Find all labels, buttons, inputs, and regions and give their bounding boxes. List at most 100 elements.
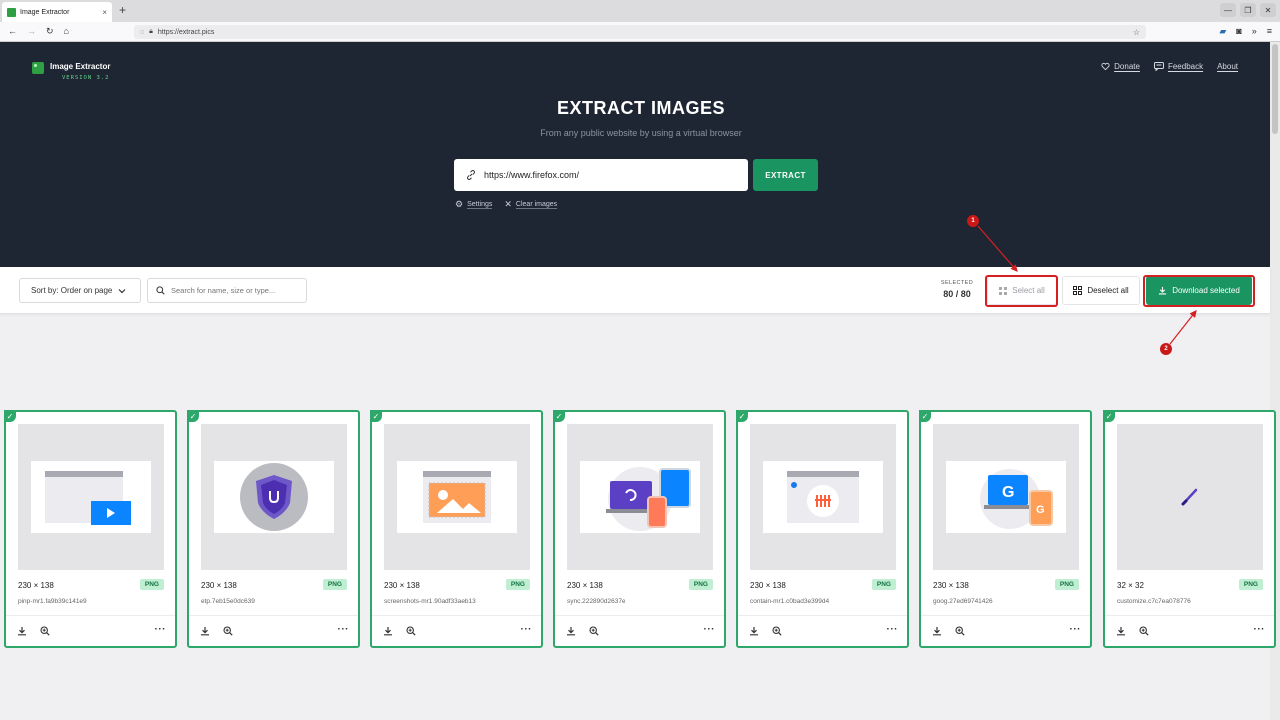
image-thumbnail[interactable]	[1117, 424, 1263, 570]
feedback-link[interactable]: Feedback	[1153, 62, 1203, 71]
more-options-icon[interactable]: ···	[521, 624, 533, 635]
zoom-icon[interactable]	[223, 626, 233, 636]
highlight-select-all	[985, 275, 1058, 307]
shield-icon: ◌	[140, 28, 145, 36]
more-options-icon[interactable]: ···	[887, 624, 899, 635]
extract-button[interactable]: EXTRACT	[753, 159, 818, 191]
app-version: VERSION 3.2	[62, 75, 110, 81]
image-card[interactable]: ✓ 32 × 32 PNG customize.c7c7ea078776 ···	[1103, 410, 1276, 648]
check-icon[interactable]: ✓	[187, 410, 199, 422]
download-icon[interactable]	[200, 626, 210, 636]
file-type-badge: PNG	[688, 579, 713, 590]
file-type-badge: PNG	[505, 579, 530, 590]
file-name: screenshots-mr1.90adf33aeb13	[384, 598, 476, 605]
more-options-icon[interactable]: ···	[704, 624, 716, 635]
image-thumbnail[interactable]: GG	[933, 424, 1079, 570]
check-icon[interactable]: ✓	[919, 410, 931, 422]
check-icon[interactable]: ✓	[736, 410, 748, 422]
download-icon[interactable]	[1116, 626, 1126, 636]
address-text: https://extract.pics	[157, 28, 215, 36]
forward-icon[interactable]: →	[27, 26, 36, 37]
highlight-download-selected	[1143, 275, 1255, 307]
download-icon[interactable]	[566, 626, 576, 636]
window-controls: — ❐ ✕	[1220, 3, 1276, 17]
download-icon[interactable]	[17, 626, 27, 636]
home-icon[interactable]: ⌂	[64, 26, 69, 37]
clear-images-link[interactable]: ✕ Clear images	[504, 199, 558, 210]
image-card[interactable]: ✓ 230 × 138 PNG sync.222890d2637e ···	[553, 410, 726, 648]
image-thumbnail[interactable]	[18, 424, 164, 570]
file-name: sync.222890d2637e	[567, 598, 626, 605]
screenshot-illustration	[397, 461, 517, 533]
zoom-icon[interactable]	[772, 626, 782, 636]
more-options-icon[interactable]: ···	[155, 624, 167, 635]
close-window-button[interactable]: ✕	[1260, 3, 1276, 17]
pip-video-illustration	[31, 461, 151, 533]
image-thumbnail[interactable]	[567, 424, 713, 570]
scrollbar-thumb[interactable]	[1272, 44, 1278, 134]
check-icon[interactable]: ✓	[370, 410, 382, 422]
file-type-badge: PNG	[1054, 579, 1079, 590]
check-icon[interactable]: ✓	[1103, 410, 1115, 422]
overflow-icon[interactable]: »	[1252, 26, 1257, 37]
donate-link[interactable]: Donate	[1101, 62, 1140, 71]
new-tab-button[interactable]: +	[119, 3, 126, 17]
tab-close-icon[interactable]: ×	[102, 8, 107, 17]
pocket-icon[interactable]: ◙	[1236, 26, 1241, 37]
download-icon[interactable]	[383, 626, 393, 636]
app-name: Image Extractor	[50, 62, 111, 71]
image-card[interactable]: ✓ GG 230 × 138 PNG goog.27ed69741426 ···	[919, 410, 1092, 648]
back-icon[interactable]: ←	[8, 26, 17, 37]
more-options-icon[interactable]: ···	[1254, 624, 1266, 635]
reload-icon[interactable]: ↻	[46, 26, 54, 37]
selected-counter: SELECTED 80 / 80	[936, 280, 978, 299]
image-card[interactable]: ✓ 230 × 138 PNG screenshots-mr1.90adf33a…	[370, 410, 543, 648]
close-icon: ✕	[504, 199, 512, 209]
top-nav: Donate Feedback About	[1101, 62, 1238, 71]
annotation-badge-1: 1	[967, 215, 979, 227]
brush-icon	[1181, 488, 1198, 506]
more-options-icon[interactable]: ···	[1070, 624, 1082, 635]
tab-title: Image Extractor	[20, 8, 70, 16]
check-icon[interactable]: ✓	[4, 410, 16, 422]
image-dimensions: 230 × 138	[201, 581, 237, 590]
clear-images-label: Clear images	[515, 200, 558, 209]
zoom-icon[interactable]	[40, 626, 50, 636]
more-options-icon[interactable]: ···	[338, 624, 350, 635]
extension-icon[interactable]: ▰	[1219, 26, 1226, 37]
settings-link[interactable]: ⚙ Settings	[455, 199, 493, 210]
app-logo[interactable]: Image Extractor VERSION 3.2	[32, 62, 110, 81]
search-field[interactable]	[147, 278, 307, 303]
download-icon[interactable]	[749, 626, 759, 636]
zoom-icon[interactable]	[1139, 626, 1149, 636]
image-card[interactable]: ✓ 230 × 138 PNG etp.7eb15e0dc639 ···	[187, 410, 360, 648]
browser-tab[interactable]: Image Extractor ×	[2, 2, 112, 22]
search-input[interactable]	[171, 286, 301, 295]
sort-dropdown[interactable]: Sort by: Order on page	[19, 278, 141, 303]
image-dimensions: 230 × 138	[18, 581, 54, 590]
hero-section: Image Extractor VERSION 3.2 Donate Feedb…	[0, 42, 1270, 267]
card-actions: ···	[6, 615, 175, 648]
deselect-all-button[interactable]: Deselect all	[1062, 276, 1140, 305]
download-icon[interactable]	[932, 626, 942, 636]
grid-outline-icon	[1073, 286, 1083, 295]
check-icon[interactable]: ✓	[553, 410, 565, 422]
image-dimensions: 230 × 138	[750, 581, 786, 590]
zoom-icon[interactable]	[406, 626, 416, 636]
restore-button[interactable]: ❐	[1240, 3, 1256, 17]
url-input[interactable]: https://www.firefox.com/	[454, 159, 748, 191]
address-bar[interactable]: ◌ 🔒︎ https://extract.pics ☆	[134, 25, 1146, 39]
zoom-icon[interactable]	[589, 626, 599, 636]
zoom-icon[interactable]	[955, 626, 965, 636]
image-card[interactable]: ✓ 230 × 138 PNG pinp-mr1.fa9b39c141e9 ··…	[4, 410, 177, 648]
image-thumbnail[interactable]	[384, 424, 530, 570]
image-dimensions: 230 × 138	[384, 581, 420, 590]
chevron-down-icon	[118, 288, 126, 293]
bookmark-star-icon[interactable]: ☆	[1133, 28, 1140, 37]
image-card[interactable]: ✓ 230 × 138 PNG contain-mr1.c0bad3e399d4…	[736, 410, 909, 648]
minimize-button[interactable]: —	[1220, 3, 1236, 17]
about-link[interactable]: About	[1217, 62, 1238, 71]
menu-icon[interactable]: ≡	[1267, 26, 1272, 37]
image-thumbnail[interactable]	[201, 424, 347, 570]
image-thumbnail[interactable]	[750, 424, 896, 570]
